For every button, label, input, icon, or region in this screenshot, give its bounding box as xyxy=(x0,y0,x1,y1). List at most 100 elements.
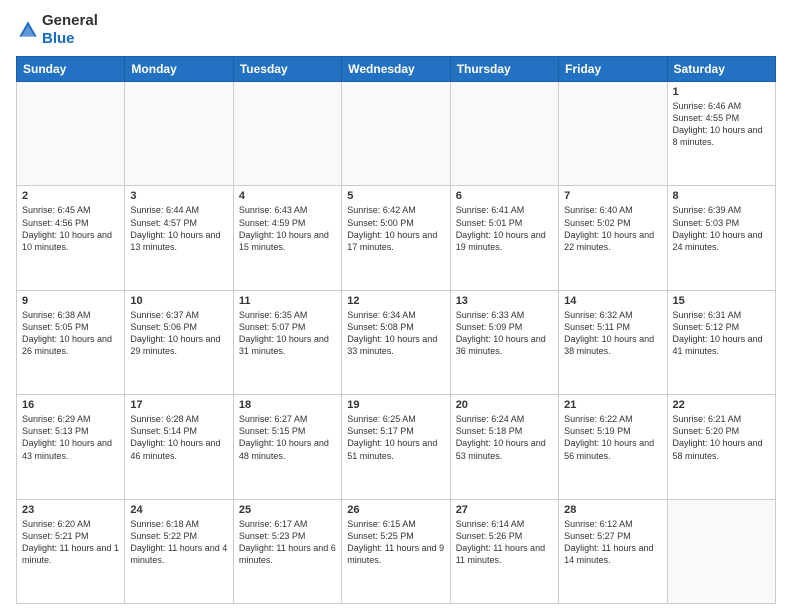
day-cell: 24 Sunrise: 6:18 AM Sunset: 5:22 PM Dayli… xyxy=(125,499,233,603)
day-cell: 6 Sunrise: 6:41 AM Sunset: 5:01 PM Daylig… xyxy=(450,186,558,290)
day-info: Sunrise: 6:42 AM Sunset: 5:00 PM Dayligh… xyxy=(347,204,444,253)
weekday-header-row: SundayMondayTuesdayWednesdayThursdayFrid… xyxy=(17,57,776,82)
week-row-5: 23 Sunrise: 6:20 AM Sunset: 5:21 PM Dayli… xyxy=(17,499,776,603)
day-cell: 28 Sunrise: 6:12 AM Sunset: 5:27 PM Dayli… xyxy=(559,499,667,603)
day-number: 2 xyxy=(22,190,119,202)
day-cell: 20 Sunrise: 6:24 AM Sunset: 5:18 PM Dayli… xyxy=(450,395,558,499)
day-number: 18 xyxy=(239,399,336,411)
day-number: 25 xyxy=(239,504,336,516)
page: General Blue SundayMondayTuesdayWednesda… xyxy=(0,0,792,612)
day-number: 11 xyxy=(239,295,336,307)
day-info: Sunrise: 6:24 AM Sunset: 5:18 PM Dayligh… xyxy=(456,413,553,462)
day-number: 3 xyxy=(130,190,227,202)
day-number: 17 xyxy=(130,399,227,411)
weekday-header-saturday: Saturday xyxy=(667,57,775,82)
day-cell: 26Sunrise: 6:15 AM Sunset: 5:25 PM Dayli… xyxy=(342,499,450,603)
day-info: Sunrise: 6:43 AM Sunset: 4:59 PM Dayligh… xyxy=(239,204,336,253)
day-number: 13 xyxy=(456,295,553,307)
day-number: 4 xyxy=(239,190,336,202)
day-cell xyxy=(667,499,775,603)
day-cell: 1 Sunrise: 6:46 AM Sunset: 4:55 PM Daylig… xyxy=(667,82,775,186)
day-info: Sunrise: 6:21 AM Sunset: 5:20 PM Dayligh… xyxy=(673,413,770,462)
day-cell: 18 Sunrise: 6:27 AM Sunset: 5:15 PM Dayli… xyxy=(233,395,341,499)
day-info: Sunrise: 6:45 AM Sunset: 4:56 PM Dayligh… xyxy=(22,204,119,253)
day-cell: 19 Sunrise: 6:25 AM Sunset: 5:17 PM Dayli… xyxy=(342,395,450,499)
day-number: 20 xyxy=(456,399,553,411)
day-cell xyxy=(450,82,558,186)
weekday-header-thursday: Thursday xyxy=(450,57,558,82)
day-number: 28 xyxy=(564,504,661,516)
day-info: Sunrise: 6:33 AM Sunset: 5:09 PM Dayligh… xyxy=(456,309,553,358)
weekday-header-monday: Monday xyxy=(125,57,233,82)
day-number: 26 xyxy=(347,504,444,516)
day-info: Sunrise: 6:41 AM Sunset: 5:01 PM Dayligh… xyxy=(456,204,553,253)
day-cell: 12Sunrise: 6:34 AM Sunset: 5:08 PM Dayli… xyxy=(342,290,450,394)
day-number: 8 xyxy=(673,190,770,202)
day-info: Sunrise: 6:28 AM Sunset: 5:14 PM Dayligh… xyxy=(130,413,227,462)
day-info: Sunrise: 6:14 AM Sunset: 5:26 PM Dayligh… xyxy=(456,518,553,567)
day-info: Sunrise: 6:18 AM Sunset: 5:22 PM Dayligh… xyxy=(130,518,227,567)
day-number: 19 xyxy=(347,399,444,411)
day-info: Sunrise: 6:22 AM Sunset: 5:19 PM Dayligh… xyxy=(564,413,661,462)
day-cell: 10 Sunrise: 6:37 AM Sunset: 5:06 PM Dayli… xyxy=(125,290,233,394)
day-cell xyxy=(559,82,667,186)
logo-general: General xyxy=(42,12,98,29)
day-number: 1 xyxy=(673,86,770,98)
day-cell: 15 Sunrise: 6:31 AM Sunset: 5:12 PM Dayli… xyxy=(667,290,775,394)
day-number: 6 xyxy=(456,190,553,202)
day-cell: 9Sunrise: 6:38 AM Sunset: 5:05 PM Daylig… xyxy=(17,290,125,394)
day-info: Sunrise: 6:25 AM Sunset: 5:17 PM Dayligh… xyxy=(347,413,444,462)
day-number: 27 xyxy=(456,504,553,516)
day-info: Sunrise: 6:31 AM Sunset: 5:12 PM Dayligh… xyxy=(673,309,770,358)
day-info: Sunrise: 6:12 AM Sunset: 5:27 PM Dayligh… xyxy=(564,518,661,567)
day-number: 7 xyxy=(564,190,661,202)
day-info: Sunrise: 6:38 AM Sunset: 5:05 PM Dayligh… xyxy=(22,309,119,358)
day-cell: 22 Sunrise: 6:21 AM Sunset: 5:20 PM Dayli… xyxy=(667,395,775,499)
day-cell: 8 Sunrise: 6:39 AM Sunset: 5:03 PM Daylig… xyxy=(667,186,775,290)
weekday-header-friday: Friday xyxy=(559,57,667,82)
day-cell xyxy=(233,82,341,186)
day-cell: 27 Sunrise: 6:14 AM Sunset: 5:26 PM Dayli… xyxy=(450,499,558,603)
calendar-table: SundayMondayTuesdayWednesdayThursdayFrid… xyxy=(16,56,776,604)
day-cell: 11 Sunrise: 6:35 AM Sunset: 5:07 PM Dayli… xyxy=(233,290,341,394)
week-row-4: 16Sunrise: 6:29 AM Sunset: 5:13 PM Dayli… xyxy=(17,395,776,499)
day-info: Sunrise: 6:35 AM Sunset: 5:07 PM Dayligh… xyxy=(239,309,336,358)
weekday-header-wednesday: Wednesday xyxy=(342,57,450,82)
day-info: Sunrise: 6:44 AM Sunset: 4:57 PM Dayligh… xyxy=(130,204,227,253)
logo: General Blue xyxy=(16,12,98,48)
day-info: Sunrise: 6:37 AM Sunset: 5:06 PM Dayligh… xyxy=(130,309,227,358)
day-info: Sunrise: 6:20 AM Sunset: 5:21 PM Dayligh… xyxy=(22,518,119,567)
day-cell: 17 Sunrise: 6:28 AM Sunset: 5:14 PM Dayli… xyxy=(125,395,233,499)
day-cell xyxy=(125,82,233,186)
week-row-1: 1 Sunrise: 6:46 AM Sunset: 4:55 PM Daylig… xyxy=(17,82,776,186)
day-info: Sunrise: 6:39 AM Sunset: 5:03 PM Dayligh… xyxy=(673,204,770,253)
day-number: 15 xyxy=(673,295,770,307)
day-info: Sunrise: 6:40 AM Sunset: 5:02 PM Dayligh… xyxy=(564,204,661,253)
header: General Blue xyxy=(16,12,776,48)
day-cell: 16Sunrise: 6:29 AM Sunset: 5:13 PM Dayli… xyxy=(17,395,125,499)
day-cell: 23 Sunrise: 6:20 AM Sunset: 5:21 PM Dayli… xyxy=(17,499,125,603)
day-cell: 2 Sunrise: 6:45 AM Sunset: 4:56 PM Daylig… xyxy=(17,186,125,290)
logo-blue: Blue xyxy=(42,30,75,47)
day-number: 5 xyxy=(347,190,444,202)
day-cell: 5 Sunrise: 6:42 AM Sunset: 5:00 PM Daylig… xyxy=(342,186,450,290)
day-number: 16 xyxy=(22,399,119,411)
day-number: 10 xyxy=(130,295,227,307)
day-cell: 3 Sunrise: 6:44 AM Sunset: 4:57 PM Daylig… xyxy=(125,186,233,290)
day-cell: 4 Sunrise: 6:43 AM Sunset: 4:59 PM Daylig… xyxy=(233,186,341,290)
day-cell: 14Sunrise: 6:32 AM Sunset: 5:11 PM Dayli… xyxy=(559,290,667,394)
day-number: 12 xyxy=(347,295,444,307)
day-number: 24 xyxy=(130,504,227,516)
day-number: 22 xyxy=(673,399,770,411)
logo-icon xyxy=(18,20,38,40)
week-row-3: 9Sunrise: 6:38 AM Sunset: 5:05 PM Daylig… xyxy=(17,290,776,394)
day-info: Sunrise: 6:32 AM Sunset: 5:11 PM Dayligh… xyxy=(564,309,661,358)
day-info: Sunrise: 6:27 AM Sunset: 5:15 PM Dayligh… xyxy=(239,413,336,462)
day-cell: 21Sunrise: 6:22 AM Sunset: 5:19 PM Dayli… xyxy=(559,395,667,499)
week-row-2: 2 Sunrise: 6:45 AM Sunset: 4:56 PM Daylig… xyxy=(17,186,776,290)
day-number: 23 xyxy=(22,504,119,516)
day-cell xyxy=(17,82,125,186)
day-info: Sunrise: 6:46 AM Sunset: 4:55 PM Dayligh… xyxy=(673,100,770,149)
weekday-header-tuesday: Tuesday xyxy=(233,57,341,82)
day-cell: 25Sunrise: 6:17 AM Sunset: 5:23 PM Dayli… xyxy=(233,499,341,603)
